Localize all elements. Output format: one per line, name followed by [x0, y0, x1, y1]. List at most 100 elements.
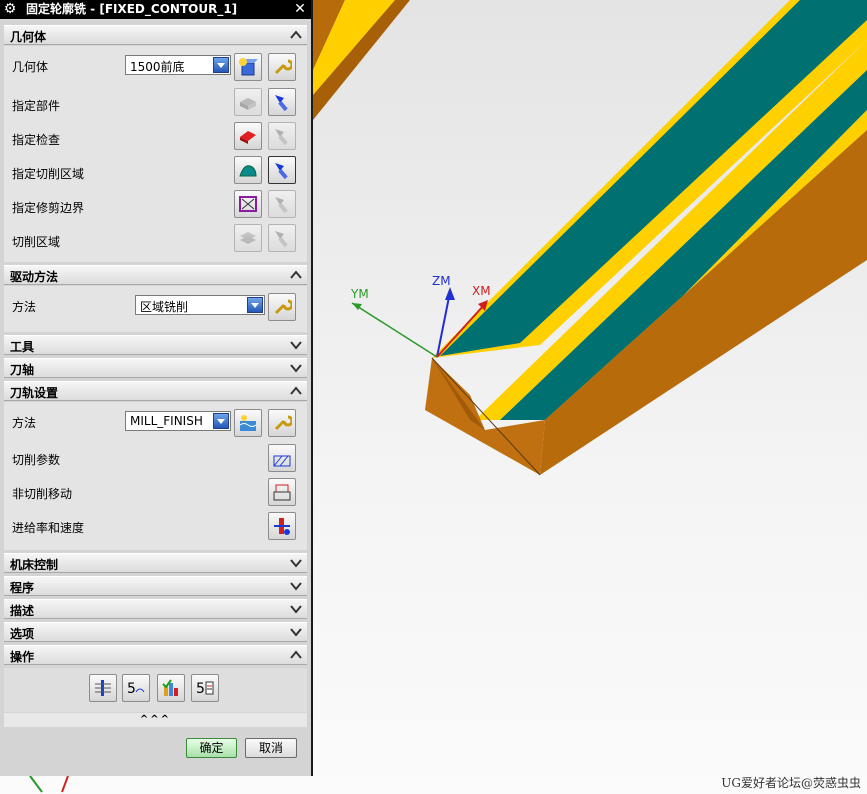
geometry-row: 几何体 1500前底 — [4, 49, 307, 81]
feeds-speeds-label: 进给率和速度 — [12, 521, 85, 535]
non-cutting-moves-icon — [273, 484, 291, 501]
new-geometry-button[interactable] — [234, 53, 262, 81]
section-geometry[interactable]: 几何体 — [4, 25, 307, 45]
specify-check-label: 指定检查 — [12, 133, 61, 147]
section-label: 刀轨设置 — [10, 386, 59, 400]
flashlight-icon — [275, 163, 288, 180]
cut-area-display-button[interactable] — [268, 156, 296, 184]
drive-method-select[interactable]: 区域铣削 — [135, 295, 265, 315]
edit-geometry-button[interactable] — [268, 53, 296, 81]
non-cut-moves-button[interactable] — [268, 478, 296, 506]
section-label: 程序 — [10, 581, 35, 595]
part-select-button[interactable] — [234, 88, 262, 116]
replay-icon: 5 — [127, 681, 145, 697]
feeds-speeds-icon — [274, 518, 290, 535]
section-description[interactable]: 描述 — [4, 599, 307, 619]
trim-boundary-display-button[interactable] — [268, 190, 296, 218]
chevron-down-icon[interactable] — [289, 600, 303, 618]
cancel-button[interactable]: 取消 — [245, 738, 297, 758]
section-tool[interactable]: 工具 — [4, 335, 307, 355]
gear-icon[interactable]: ⚙ — [2, 1, 18, 17]
path-edit-button[interactable] — [268, 409, 296, 437]
cut-region-button[interactable] — [234, 224, 262, 252]
part-display-button[interactable] — [268, 88, 296, 116]
chevron-up-icon[interactable] — [289, 26, 303, 44]
section-options[interactable]: 选项 — [4, 622, 307, 642]
new-method-button[interactable] — [234, 409, 262, 437]
specify-cut-area-row: 指定切削区域 — [4, 156, 307, 188]
title-bar[interactable]: ⚙ 固定轮廓铣 - [FIXED_CONTOUR_1] ✕ — [0, 0, 311, 19]
section-machine-control[interactable]: 机床控制 — [4, 553, 307, 573]
actions-toolbar: 5 5 — [4, 668, 307, 712]
section-program[interactable]: 程序 — [4, 576, 307, 596]
zm-label: ZM — [432, 274, 451, 288]
close-icon[interactable]: ✕ — [292, 0, 308, 19]
cut-region-display-button[interactable] — [268, 224, 296, 252]
dialog-title: 固定轮廓铣 - [FIXED_CONTOUR_1] — [26, 2, 238, 16]
ok-button[interactable]: 确定 — [186, 738, 237, 758]
chevron-down-icon[interactable] — [247, 297, 263, 313]
verify-icon — [162, 679, 178, 696]
trim-boundary-icon — [239, 196, 257, 212]
chevron-down-icon[interactable] — [289, 554, 303, 572]
specify-part-label: 指定部件 — [12, 99, 61, 113]
section-label: 几何体 — [10, 30, 47, 44]
chevron-down-icon[interactable] — [213, 57, 229, 73]
new-method-icon — [239, 415, 257, 431]
path-method-value: MILL_FINISH — [130, 414, 203, 428]
cut-params-row: 切削参数 — [4, 442, 307, 474]
geometry-value: 1500前底 — [130, 60, 185, 74]
drive-edit-button[interactable] — [268, 293, 296, 321]
trim-boundary-select-button[interactable] — [234, 190, 262, 218]
cut-params-button[interactable] — [268, 444, 296, 472]
list-button[interactable]: 5 — [191, 674, 219, 702]
feeds-speeds-row: 进给率和速度 — [4, 510, 307, 542]
feeds-speeds-button[interactable] — [268, 512, 296, 540]
check-geometry-icon — [240, 131, 256, 144]
path-method-select[interactable]: MILL_FINISH — [125, 411, 231, 431]
check-display-button[interactable] — [268, 122, 296, 150]
non-cut-moves-row: 非切削移动 — [4, 476, 307, 508]
verify-button[interactable] — [157, 674, 185, 702]
check-select-button[interactable] — [234, 122, 262, 150]
chevron-up-icon[interactable] — [289, 266, 303, 284]
section-tool-axis[interactable]: 刀轴 — [4, 358, 307, 378]
flashlight-icon — [275, 231, 288, 248]
specify-trim-boundary-row: 指定修剪边界 — [4, 190, 307, 222]
path-method-row: 方法 MILL_FINISH — [4, 405, 307, 437]
chevron-down-icon[interactable] — [289, 623, 303, 641]
show-more-toggle[interactable]: ^^^ — [4, 713, 307, 727]
cut-area-select-button[interactable] — [234, 156, 262, 184]
section-label: 操作 — [10, 650, 35, 664]
wrench-icon — [274, 299, 292, 315]
new-geometry-icon — [239, 58, 258, 76]
chevron-up-icon[interactable] — [289, 382, 303, 400]
flashlight-icon — [275, 129, 288, 146]
section-path-settings[interactable]: 刀轨设置 — [4, 381, 307, 401]
triad-fragment — [29, 775, 43, 793]
specify-trim-boundary-label: 指定修剪边界 — [12, 201, 85, 215]
section-label: 选项 — [10, 627, 35, 641]
ym-label: YM — [350, 287, 369, 301]
chevron-up-icon[interactable] — [289, 646, 303, 664]
ym-axis — [351, 302, 438, 358]
section-label: 机床控制 — [10, 558, 59, 572]
svg-text:5: 5 — [196, 681, 205, 697]
section-drive-method[interactable]: 驱动方法 — [4, 265, 307, 285]
part-icon — [240, 98, 256, 110]
section-label: 刀轴 — [10, 363, 35, 377]
chevron-down-icon[interactable] — [289, 359, 303, 377]
path-method-label: 方法 — [12, 416, 37, 430]
generate-button[interactable] — [89, 674, 117, 702]
geometry-select[interactable]: 1500前底 — [125, 55, 231, 75]
replay-button[interactable]: 5 — [122, 674, 150, 702]
section-actions[interactable]: 操作 — [4, 645, 307, 665]
specify-check-row: 指定检查 — [4, 122, 307, 154]
chevron-down-icon[interactable] — [213, 413, 229, 429]
chevron-down-icon[interactable] — [289, 336, 303, 354]
drive-method-value: 区域铣削 — [140, 300, 189, 314]
watermark: UG爱好者论坛@荧惑虫虫 — [721, 776, 861, 790]
cut-params-label: 切削参数 — [12, 453, 61, 467]
chevron-down-icon[interactable] — [289, 577, 303, 595]
xm-label: XM — [472, 284, 491, 298]
